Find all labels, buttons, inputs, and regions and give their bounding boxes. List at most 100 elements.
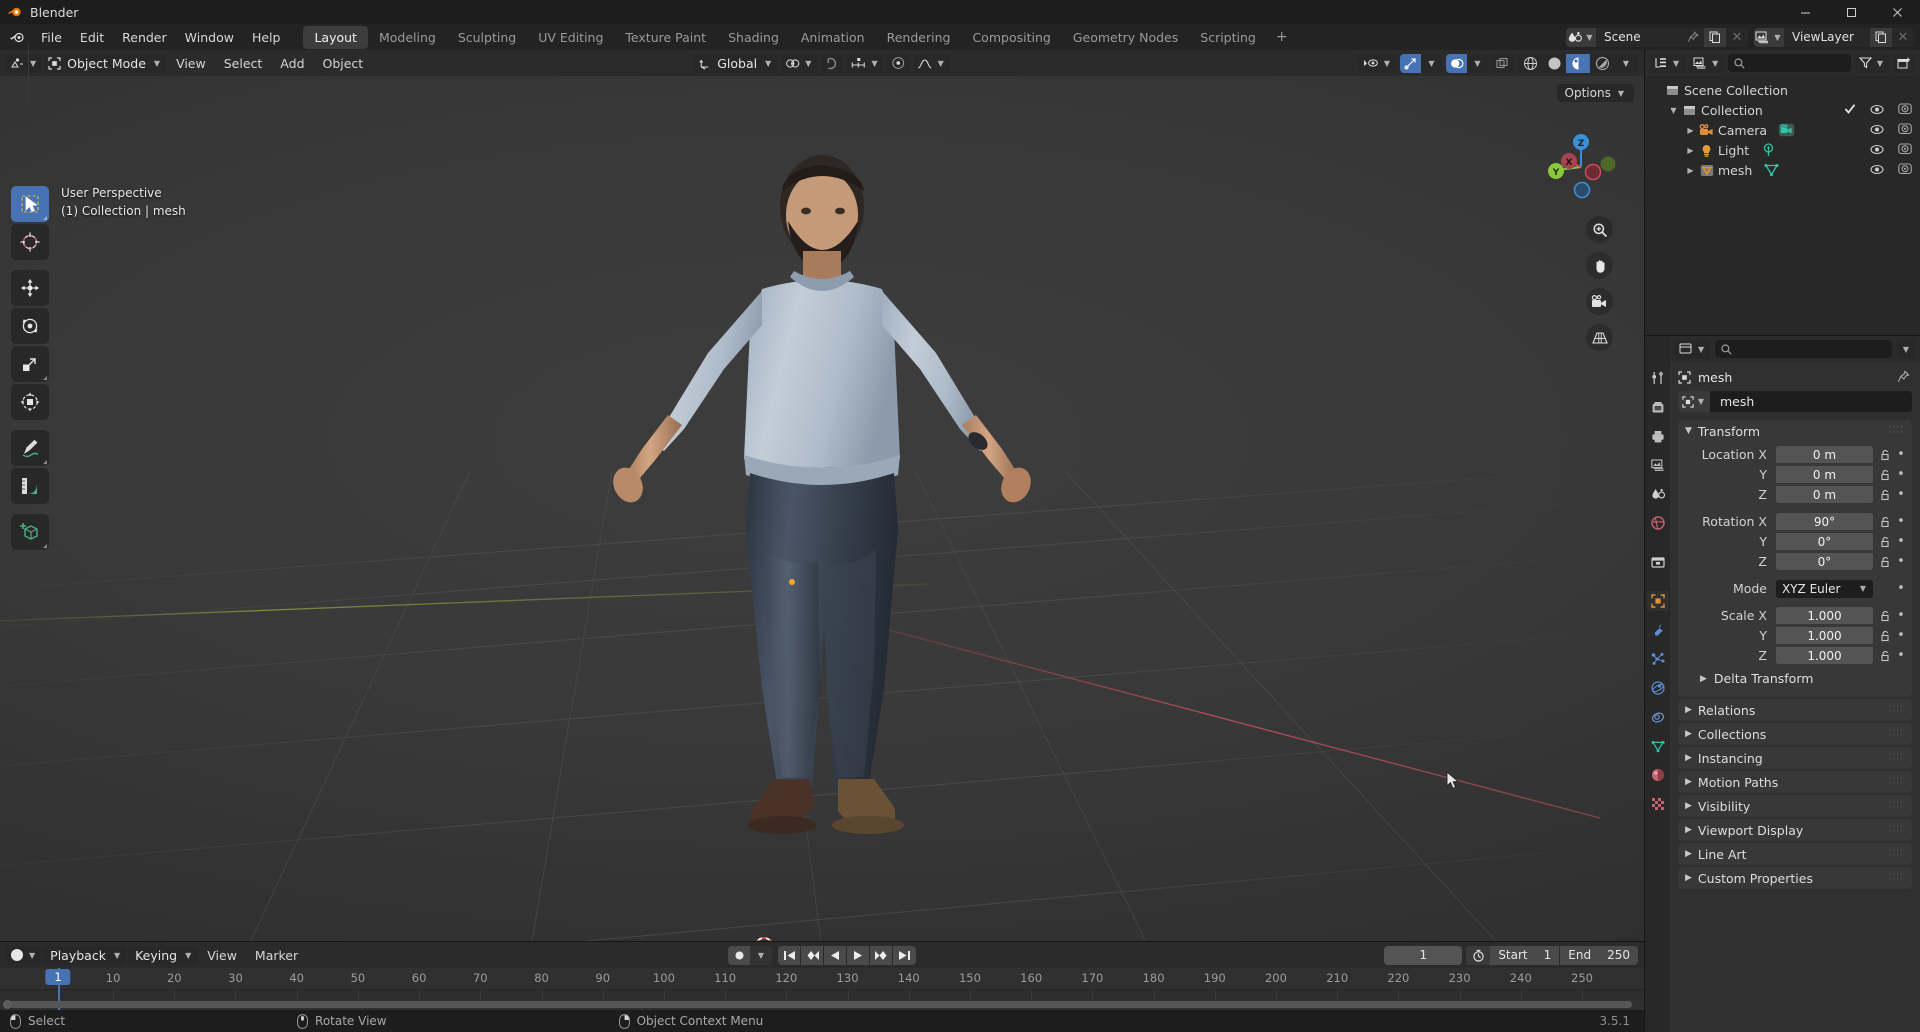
unlink-scene-icon[interactable]: ✕ <box>1726 27 1748 47</box>
animate-scale-y-icon[interactable]: • <box>1894 628 1908 643</box>
outliner-row-camera[interactable]: ▶ Camera <box>1645 120 1920 140</box>
animate-rotation-z-icon[interactable]: • <box>1894 554 1908 569</box>
rotation-x-field[interactable]: 90° <box>1776 513 1873 530</box>
workspace-tab-layout[interactable]: Layout <box>303 25 368 49</box>
outliner-row-light[interactable]: ▶ Light <box>1645 140 1920 160</box>
auto-keying-toggle[interactable] <box>728 945 750 965</box>
shading-rendered-button[interactable] <box>1590 54 1614 73</box>
panel-custom-properties[interactable]: ▶ Custom Properties ···· ···· <box>1678 867 1912 889</box>
menu-render[interactable]: Render <box>113 27 176 48</box>
properties-tab-texture[interactable] <box>1647 794 1669 814</box>
properties-tab-world[interactable] <box>1647 513 1669 533</box>
mesh-object-figure[interactable] <box>612 129 1032 889</box>
timeline-editor-type-selector[interactable]: ▼ <box>6 945 42 965</box>
pin-id-icon[interactable] <box>1897 369 1910 386</box>
viewport-menu-view[interactable]: View <box>168 54 214 73</box>
editor-type-selector[interactable]: ▼ <box>6 53 43 73</box>
properties-tab-physics[interactable] <box>1647 678 1669 698</box>
properties-tab-object[interactable] <box>1646 591 1669 611</box>
disable-in-render-icon[interactable] <box>1898 162 1912 178</box>
xray-toggle[interactable] <box>1492 53 1514 73</box>
timeline-menu-playback[interactable]: Playback ▼ <box>43 945 127 965</box>
lock-rotation-y-icon[interactable] <box>1877 536 1894 548</box>
lock-scale-x-icon[interactable] <box>1877 610 1894 622</box>
outliner-search-input[interactable] <box>1728 54 1851 72</box>
location-z-field[interactable]: 0 m <box>1776 486 1873 503</box>
properties-tab-material[interactable] <box>1647 765 1669 785</box>
properties-tab-modifiers[interactable] <box>1647 620 1669 640</box>
object-mode-selector[interactable]: Object Mode ▼ <box>44 53 167 73</box>
animate-rotation-x-icon[interactable]: • <box>1894 514 1908 529</box>
end-frame-field[interactable]: End 250 <box>1560 946 1638 965</box>
jump-to-end-button[interactable] <box>893 946 916 965</box>
tool-rotate[interactable] <box>11 308 49 344</box>
properties-tab-scene[interactable] <box>1647 484 1669 504</box>
location-x-field[interactable]: 0 m <box>1776 446 1873 463</box>
auto-keying-settings-dropdown[interactable]: ▼ <box>750 945 772 965</box>
scene-selector[interactable]: ▼ Scene ✕ <box>1566 27 1748 47</box>
workspace-tab-animation[interactable]: Animation <box>790 26 876 49</box>
outliner-display-mode-selector[interactable]: ▼ <box>1689 53 1725 73</box>
camera-view-icon[interactable] <box>1586 288 1613 315</box>
proportional-falloff-selector[interactable]: ▼ <box>913 53 950 73</box>
workspace-tab-geometry-nodes[interactable]: Geometry Nodes <box>1062 26 1189 49</box>
properties-tab-constraints[interactable] <box>1647 707 1669 727</box>
animate-location-y-icon[interactable]: • <box>1894 467 1908 482</box>
disable-in-render-icon[interactable] <box>1898 142 1912 158</box>
jump-to-start-button[interactable] <box>778 945 801 965</box>
pin-scene-icon[interactable] <box>1682 27 1704 47</box>
timeline-ruler[interactable]: 1102030405060708090100110120130140150160… <box>0 968 1644 990</box>
viewport-menu-object[interactable]: Object <box>315 54 372 73</box>
outliner-row-collection[interactable]: ▼ Collection <box>1645 100 1920 120</box>
lock-rotation-x-icon[interactable] <box>1877 516 1894 528</box>
light-data-icon[interactable] <box>1759 143 1778 157</box>
add-workspace-button[interactable]: + <box>1267 27 1297 47</box>
collection-checkbox[interactable] <box>1844 103 1856 118</box>
show-gizmo-toggle[interactable] <box>1400 53 1421 73</box>
properties-tab-tool[interactable] <box>1647 368 1669 388</box>
outliner-row-scene-collection[interactable]: Scene Collection <box>1645 80 1920 100</box>
shading-settings-dropdown[interactable]: ▼ <box>1614 54 1638 73</box>
outliner-filter-button[interactable]: ▼ <box>1854 53 1889 73</box>
pan-hand-icon[interactable] <box>1586 252 1613 279</box>
transform-panel-header[interactable]: ▼ Transform ···· ···· <box>1678 420 1912 442</box>
transform-orientation-selector[interactable]: Global ▼ <box>694 53 778 73</box>
tool-transform[interactable] <box>11 384 49 420</box>
overlay-settings-dropdown[interactable]: ▼ <box>1467 53 1488 73</box>
use-preview-range-icon[interactable] <box>1466 945 1491 965</box>
next-keyframe-button[interactable] <box>870 945 893 965</box>
navigation-gizmo[interactable]: Z Y X <box>1542 128 1620 206</box>
viewport-menu-add[interactable]: Add <box>272 54 312 73</box>
disable-in-render-icon[interactable] <box>1898 102 1912 118</box>
properties-editor-type-selector[interactable]: ▼ <box>1675 339 1711 359</box>
play-button[interactable] <box>847 945 870 965</box>
panel-viewport-display[interactable]: ▶ Viewport Display ···· ···· <box>1678 819 1912 841</box>
show-overlays-toggle[interactable] <box>1446 53 1467 73</box>
outliner-editor-type-selector[interactable]: ▼ <box>1650 53 1686 73</box>
panel-relations[interactable]: ▶ Relations ···· ···· <box>1678 699 1912 721</box>
menu-edit[interactable]: Edit <box>71 27 113 48</box>
properties-tab-collection[interactable] <box>1647 552 1669 572</box>
scale-y-field[interactable]: 1.000 <box>1776 627 1873 644</box>
shading-solid-button[interactable] <box>1542 54 1566 73</box>
properties-tab-render[interactable] <box>1647 397 1669 417</box>
animate-location-z-icon[interactable]: • <box>1894 487 1908 502</box>
properties-tab-particles[interactable] <box>1647 649 1669 669</box>
workspace-tab-compositing[interactable]: Compositing <box>961 26 1061 49</box>
viewport-options-button[interactable]: Options ▼ <box>1556 84 1634 102</box>
zoom-icon[interactable] <box>1586 216 1613 243</box>
tool-add-cube[interactable] <box>11 514 49 550</box>
new-collection-button[interactable] <box>1893 53 1915 73</box>
workspace-tab-sculpting[interactable]: Sculpting <box>447 26 527 49</box>
outliner-row-mesh[interactable]: ▶ mesh <box>1645 160 1920 180</box>
disclosure-closed-icon[interactable]: ▶ <box>1684 146 1697 155</box>
panel-motion-paths[interactable]: ▶ Motion Paths ···· ···· <box>1678 771 1912 793</box>
hide-in-viewport-icon[interactable] <box>1870 163 1884 178</box>
rotation-mode-select[interactable]: XYZ Euler ▼ <box>1776 579 1873 598</box>
gizmo-settings-dropdown[interactable]: ▼ <box>1421 53 1442 73</box>
lock-location-z-icon[interactable] <box>1877 489 1894 501</box>
workspace-tab-modeling[interactable]: Modeling <box>368 26 447 49</box>
panel-line-art[interactable]: ▶ Line Art ···· ···· <box>1678 843 1912 865</box>
blender-menu-icon[interactable] <box>6 30 28 45</box>
mesh-data-icon[interactable] <box>1762 163 1781 177</box>
